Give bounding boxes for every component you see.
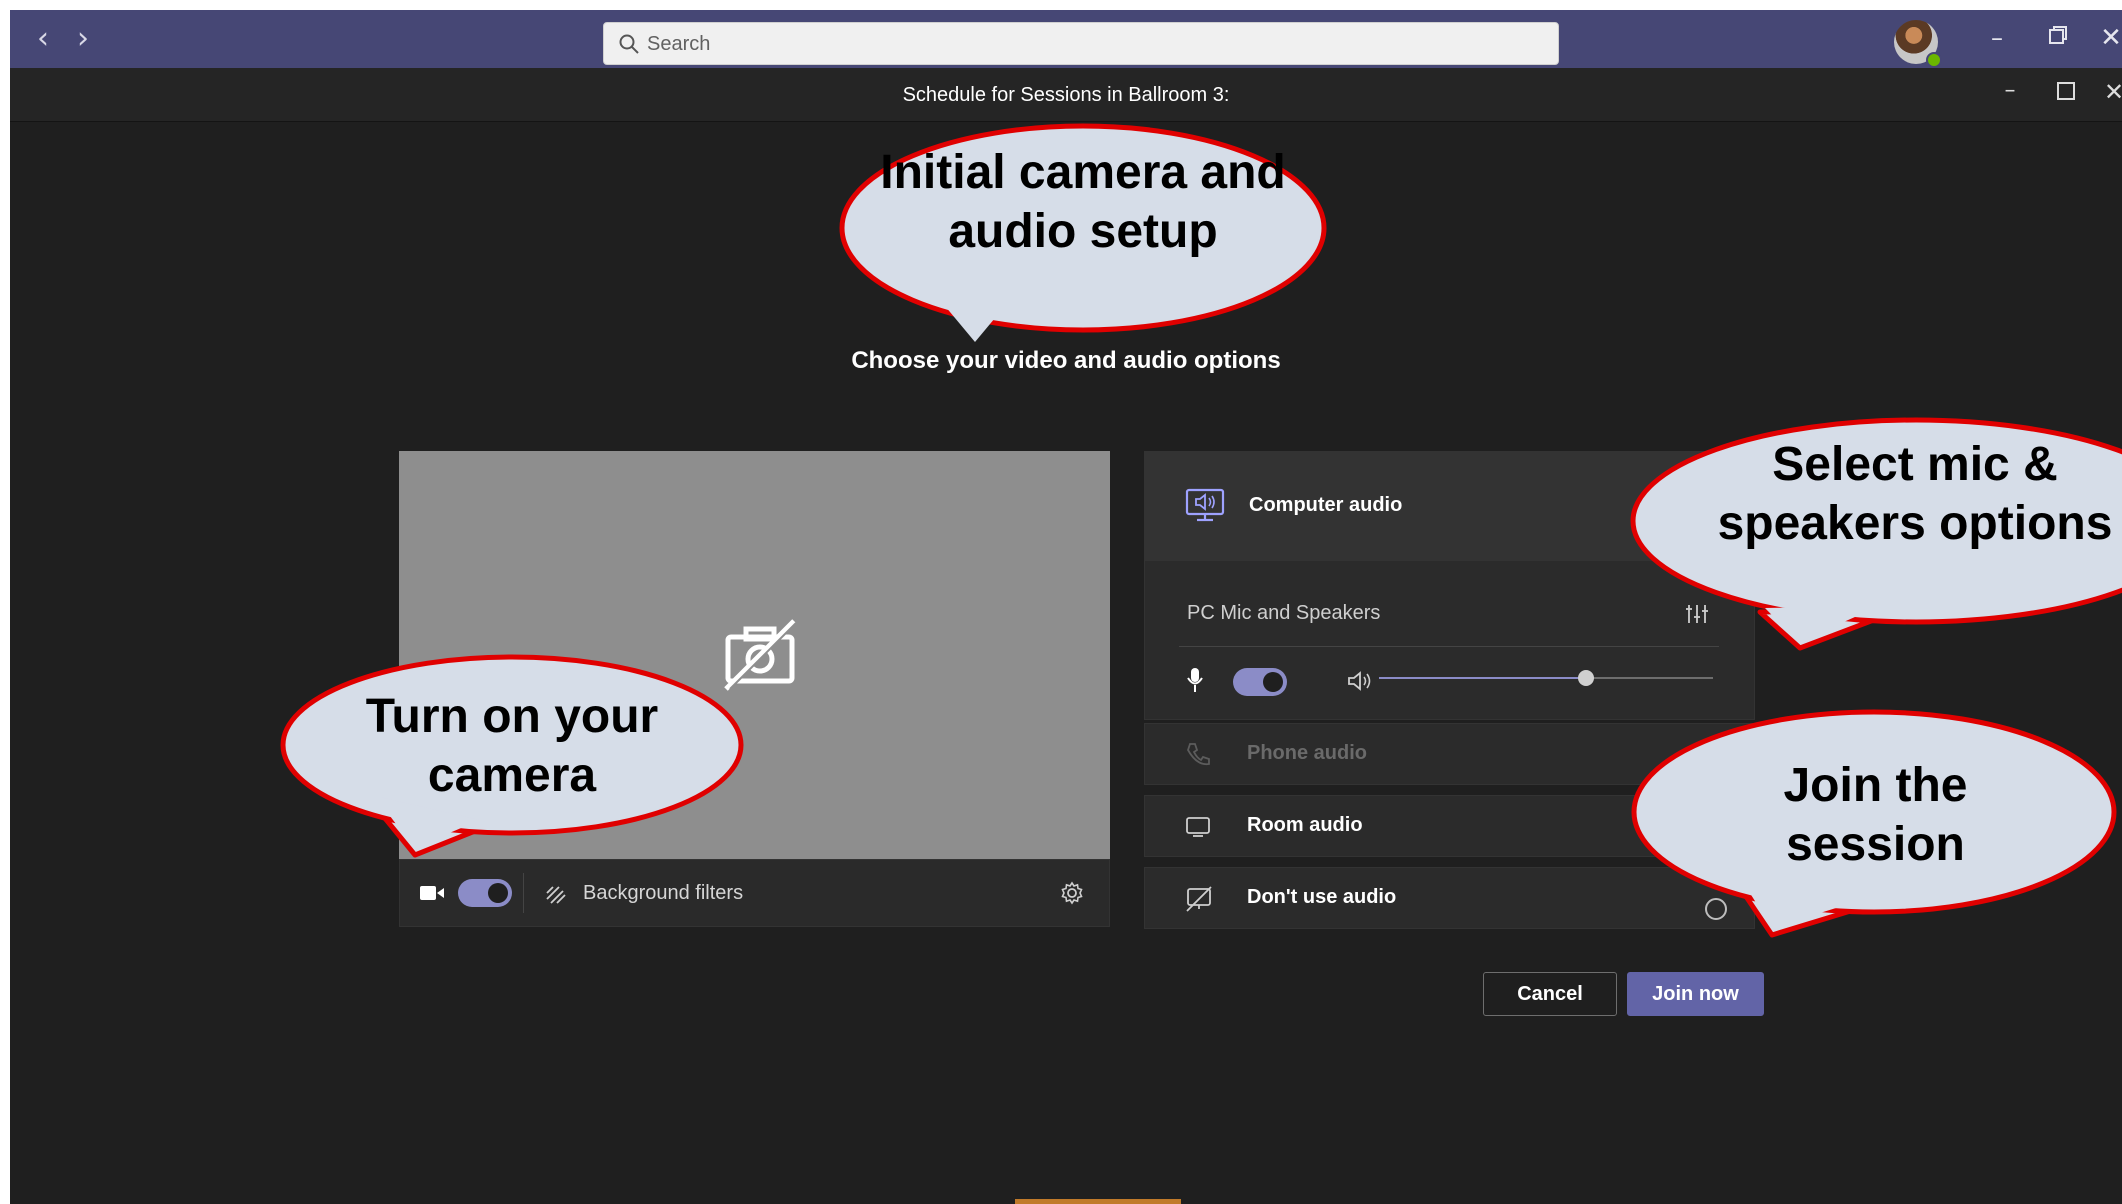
taskbar-indicator [1015, 1199, 1181, 1204]
speaker-volume-slider[interactable] [1578, 670, 1594, 686]
camera-toggle[interactable] [458, 879, 512, 907]
device-settings-icon[interactable] [1060, 881, 1084, 905]
search-placeholder: Search [647, 33, 711, 55]
microphone-toggle[interactable] [1233, 668, 1287, 696]
presence-available-icon [1926, 52, 1942, 68]
prejoin-heading: Choose your video and audio options [851, 347, 1281, 374]
background-filters-icon [546, 886, 566, 904]
computer-audio-label: Computer audio [1249, 494, 1403, 516]
callout-camera-audio-text: Initial camera and audio setup [880, 146, 1286, 258]
room-display-icon [1186, 817, 1210, 837]
room-audio-option[interactable]: Room audio [1144, 795, 1755, 857]
audio-device-label: PC Mic and Speakers [1187, 602, 1381, 624]
callout-mic-speakers-text: Select mic & speakers options [1717, 438, 2113, 550]
audio-device-panel: PC Mic and Speakers [1144, 560, 1755, 720]
close-icon[interactable]: ✕ [2100, 24, 2122, 54]
camera-off-icon [724, 619, 797, 691]
audio-settings-icon[interactable] [1685, 603, 1709, 625]
title-bar: ‹ › Search – ✕ [10, 10, 2122, 68]
meeting-minimize-icon[interactable]: – [1995, 78, 2025, 108]
minimize-icon[interactable]: – [1982, 24, 2012, 54]
microphone-icon [1187, 668, 1203, 692]
video-camera-icon [420, 886, 444, 900]
phone-audio-label: Phone audio [1247, 742, 1367, 764]
chevron-left-icon[interactable]: ‹ [28, 24, 58, 54]
phone-audio-option[interactable]: Phone audio [1144, 723, 1755, 785]
divider [523, 873, 524, 913]
search-input[interactable]: Search [603, 22, 1559, 65]
room-audio-label: Room audio [1247, 814, 1363, 836]
meeting-maximize-icon[interactable] [2053, 81, 2079, 107]
no-audio-radio[interactable] [1705, 898, 1727, 920]
computer-audio-option[interactable]: Computer audio [1144, 451, 1755, 560]
cancel-button[interactable]: Cancel [1483, 972, 1617, 1016]
meeting-title: Schedule for Sessions in Ballroom 3: [902, 84, 1230, 106]
chevron-right-icon[interactable]: › [68, 24, 98, 54]
callout-turn-on-camera-text: Turn on your camera [365, 690, 659, 802]
divider [1179, 646, 1719, 647]
callout-join-session-text: Join the session [1783, 759, 1968, 871]
no-audio-option[interactable]: Don't use audio [1144, 867, 1755, 929]
restore-icon[interactable] [2043, 24, 2073, 54]
no-audio-icon [1186, 886, 1212, 912]
no-audio-label: Don't use audio [1247, 886, 1397, 908]
background-filters-button[interactable]: Background filters [583, 882, 743, 905]
computer-audio-icon [1185, 488, 1225, 522]
speaker-volume-fill [1379, 677, 1586, 679]
meeting-close-icon[interactable]: ✕ [2104, 78, 2122, 108]
meeting-header: Schedule for Sessions in Ballroom 3: – ✕ [10, 68, 2122, 122]
join-now-button[interactable]: Join now [1627, 972, 1764, 1016]
phone-icon [1187, 743, 1210, 766]
speaker-icon [1348, 671, 1371, 691]
search-icon [619, 34, 639, 54]
video-controls [399, 859, 1110, 927]
